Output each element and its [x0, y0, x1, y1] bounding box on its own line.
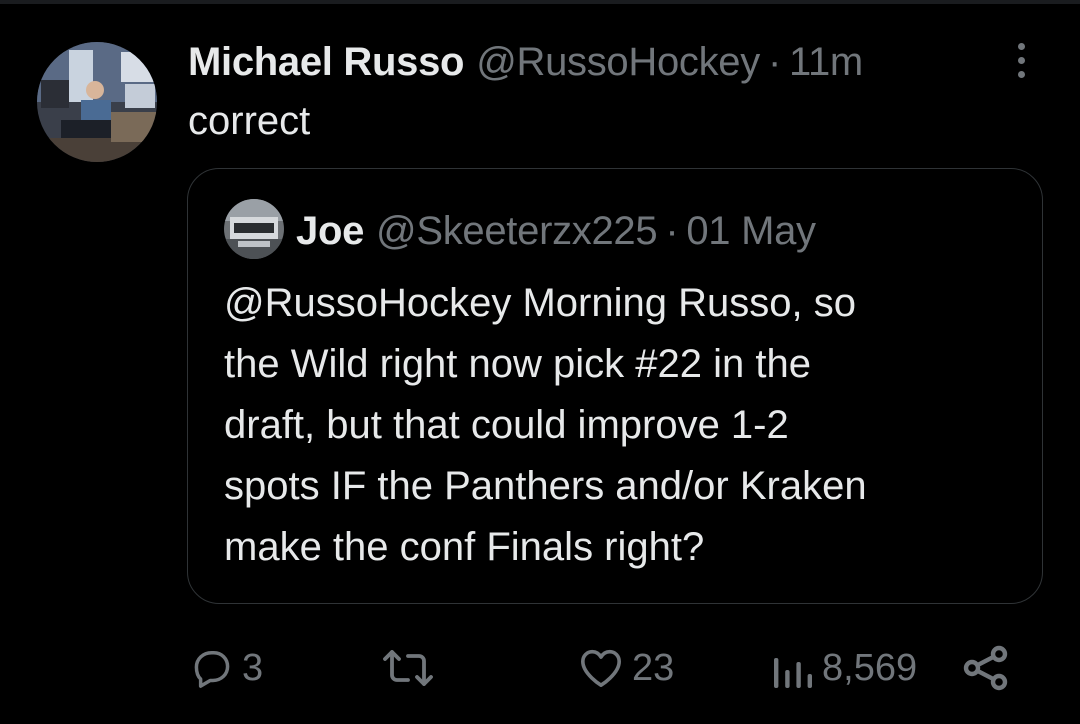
quoted-tweet-date: 01 May [686, 208, 816, 253]
heart-icon [578, 646, 624, 690]
share-icon [962, 644, 1010, 692]
quoted-text-line: spots IF the Panthers and/or Kraken [224, 464, 867, 508]
reply-icon [190, 646, 234, 690]
quoted-separator-dot: · [665, 208, 679, 253]
views-icon [772, 646, 814, 690]
separator-dot: · [767, 39, 781, 84]
tweet-time[interactable]: 11m [789, 40, 863, 85]
quoted-tweet-text: @RussoHockey Morning Russo, so the Wild … [224, 273, 1014, 578]
quoted-text-line: @RussoHockey Morning Russo, so [224, 281, 856, 325]
views-button[interactable]: 8,569 [772, 640, 917, 696]
author-display-name[interactable]: Michael Russo [188, 40, 464, 85]
tweet-header: Michael Russo @RussoHockey · 11m [188, 36, 863, 88]
repost-icon [382, 646, 434, 690]
quoted-author-avatar [224, 199, 284, 259]
like-count: 23 [632, 646, 675, 689]
author-handle[interactable]: @RussoHockey [476, 40, 760, 85]
author-avatar[interactable] [37, 42, 157, 162]
quoted-text-line: make the conf Finals right? [224, 525, 705, 569]
like-button[interactable]: 23 [578, 640, 674, 696]
action-bar: 3 23 8,569 [190, 640, 1020, 696]
quoted-tweet-header: Joe @Skeeterzx225 · 01 May [296, 205, 816, 257]
more-icon[interactable] [1004, 38, 1038, 82]
tweet-text: correct [188, 99, 311, 143]
quoted-text-line: the Wild right now pick #22 in the [224, 342, 811, 386]
top-divider [0, 0, 1080, 4]
reply-count: 3 [242, 646, 264, 689]
share-button[interactable] [962, 640, 1010, 696]
reply-button[interactable]: 3 [190, 640, 263, 696]
quoted-text-line: draft, but that could improve 1-2 [224, 403, 789, 447]
views-count: 8,569 [822, 646, 918, 689]
quoted-author-display-name: Joe [296, 208, 365, 253]
quoted-author-handle: @Skeeterzx225 [376, 208, 658, 253]
quoted-tweet-card[interactable]: Joe @Skeeterzx225 · 01 May @RussoHockey … [187, 168, 1043, 604]
repost-button[interactable] [382, 640, 442, 696]
